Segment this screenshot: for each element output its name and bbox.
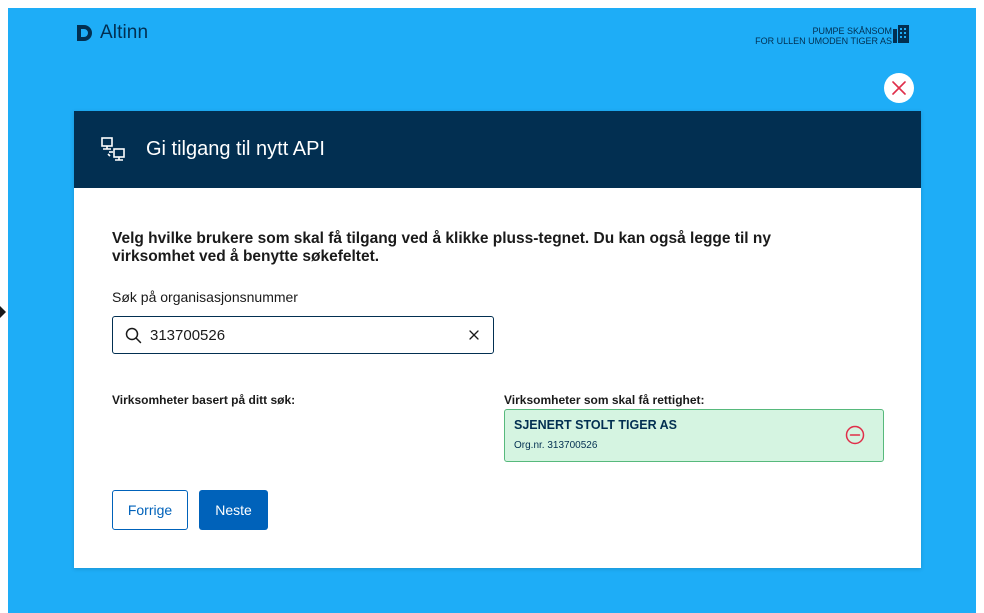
selected-org-name: SJENERT STOLT TIGER AS [514, 418, 677, 432]
user-info[interactable]: PUMPE SKÅNSOM for ULLEN UMODEN TIGER AS [755, 26, 892, 46]
building-icon[interactable] [893, 25, 909, 43]
close-button[interactable] [884, 73, 914, 103]
user-org: for ULLEN UMODEN TIGER AS [755, 36, 892, 46]
selected-org-card: SJENERT STOLT TIGER AS Org.nr. 313700526 [504, 409, 884, 462]
next-button[interactable]: Neste [199, 490, 268, 530]
clear-search-icon[interactable] [467, 328, 481, 342]
search-field[interactable] [112, 316, 494, 354]
remove-circle-icon[interactable] [845, 425, 865, 445]
altinn-logo[interactable]: Altinn [74, 22, 148, 44]
search-results-label: Virksomheter basert på ditt søk: [112, 393, 296, 407]
search-label: Søk på organisasjonsnummer [112, 289, 298, 305]
close-icon [892, 81, 906, 95]
user-name: PUMPE SKÅNSOM [812, 26, 892, 36]
side-arrow-icon [0, 306, 6, 318]
selected-org-number: Org.nr. 313700526 [514, 440, 598, 451]
intro-text: Velg hvilke brukere som skal få tilgang … [112, 230, 771, 265]
previous-button[interactable]: Forrige [112, 490, 188, 530]
search-icon [125, 327, 142, 343]
api-network-icon [101, 136, 125, 161]
altinn-logo-icon [77, 25, 92, 41]
api-access-modal: Gi tilgang til nytt API Velg hvilke bruk… [74, 111, 921, 568]
page-background: Altinn PUMPE SKÅNSOM for ULLEN UMODEN TI… [8, 8, 976, 613]
search-input[interactable] [150, 326, 450, 344]
modal-title: Gi tilgang til nytt API [146, 138, 325, 160]
selected-label: Virksomheter som skal få rettighet: [504, 393, 705, 407]
brand-name: Altinn [100, 22, 149, 43]
modal-header: Gi tilgang til nytt API [74, 111, 921, 188]
